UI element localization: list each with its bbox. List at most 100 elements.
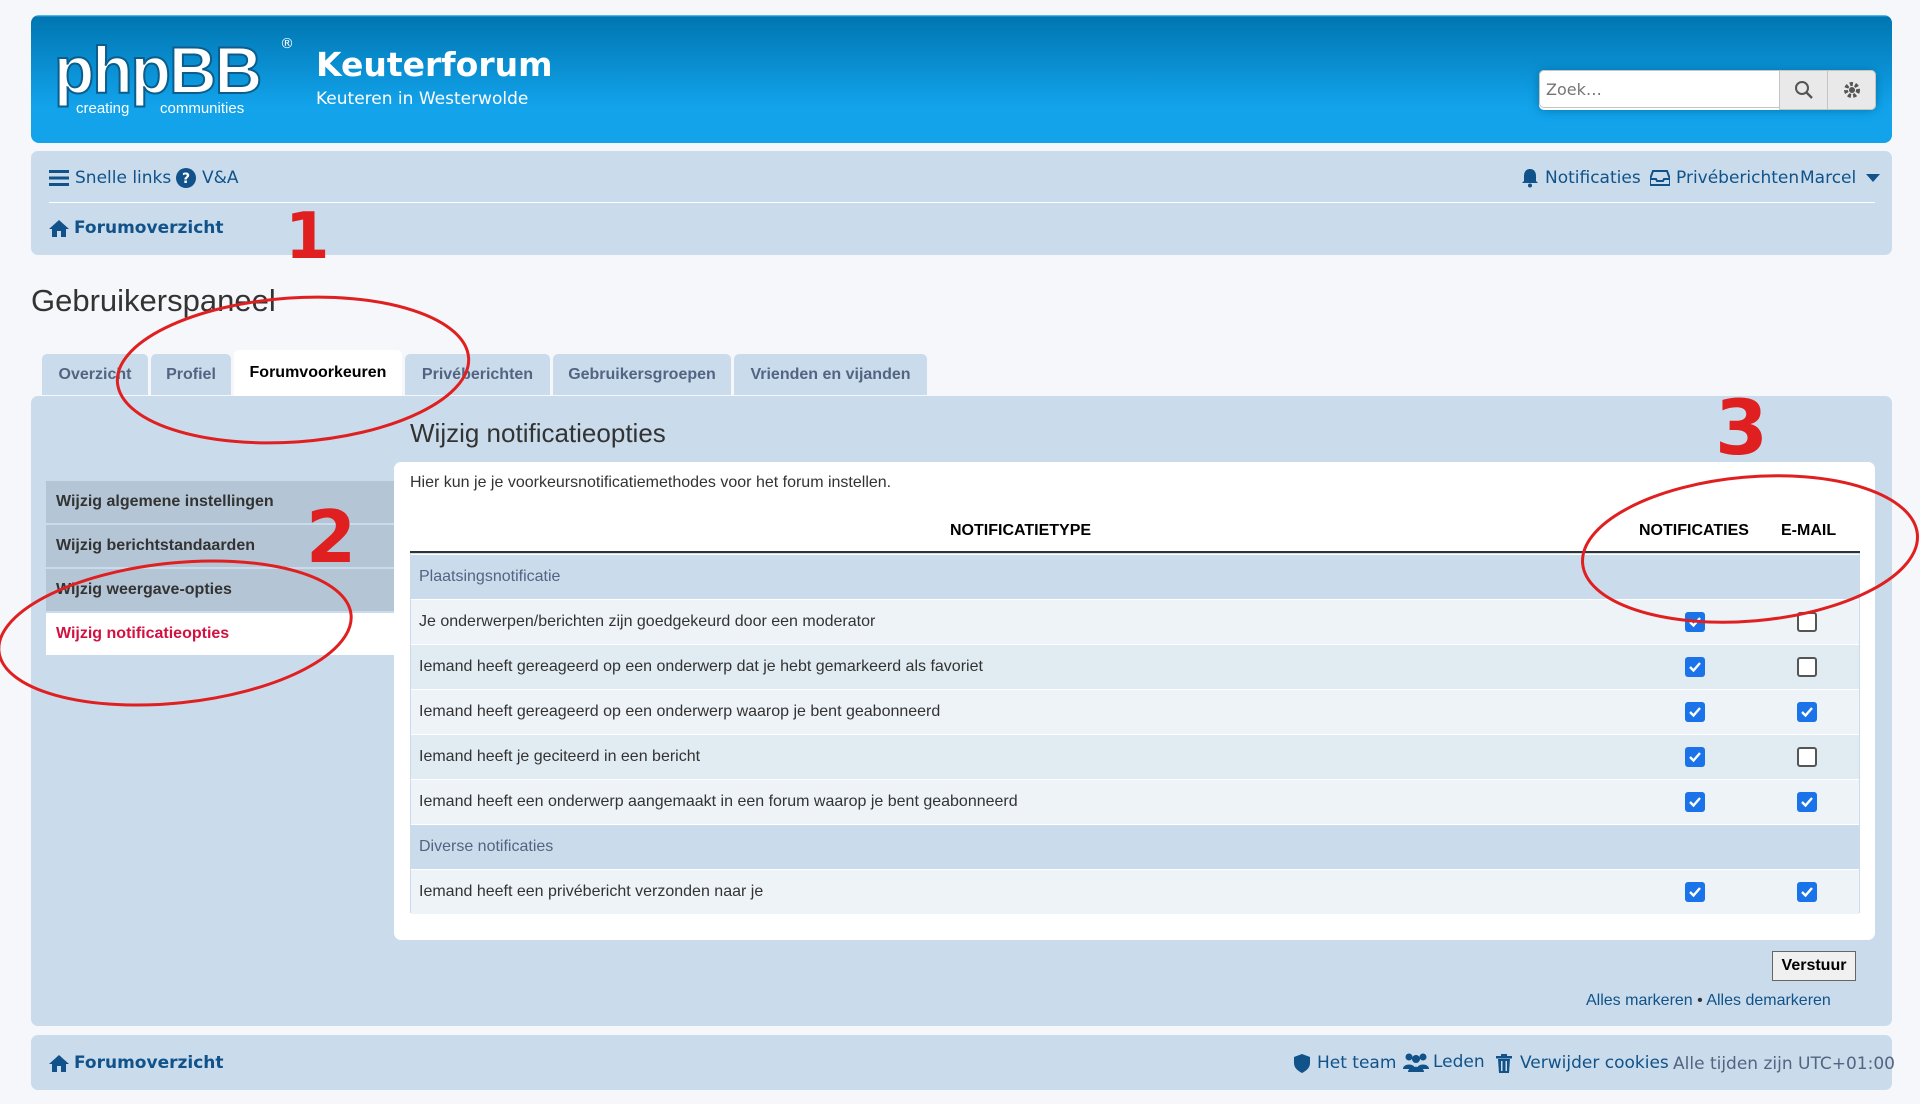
notify-checkbox[interactable]: [1685, 882, 1705, 902]
question-icon: ?: [176, 168, 196, 188]
tab-private-messages[interactable]: Privéberichten: [405, 354, 550, 395]
delete-cookies-link[interactable]: Verwijder cookies: [1496, 1053, 1669, 1073]
email-checkbox[interactable]: [1797, 747, 1817, 767]
intro-text: Hier kun je je voorkeursnotificatiemetho…: [410, 474, 892, 491]
mark-all-link[interactable]: Alles markeren: [1586, 992, 1693, 1009]
notify-checkbox[interactable]: [1685, 792, 1705, 812]
submit-button[interactable]: Verstuur: [1772, 951, 1856, 981]
tab-overview[interactable]: Overzicht: [42, 354, 148, 395]
check-icon: [1801, 707, 1813, 718]
table-row: Iemand heeft een privébericht verzonden …: [411, 870, 1859, 914]
quick-links-menu[interactable]: Snelle links: [49, 168, 171, 188]
tab-profile[interactable]: Profiel: [151, 354, 231, 395]
shield-icon: [1294, 1053, 1310, 1073]
logo-tagline-right: communities: [160, 100, 245, 117]
users-icon: [1403, 1053, 1429, 1072]
table-row: Je onderwerpen/berichten zijn goedgekeur…: [411, 600, 1859, 644]
svg-text:?: ?: [182, 171, 190, 187]
search-icon: [1794, 81, 1813, 99]
notify-checkbox[interactable]: [1685, 612, 1705, 632]
email-checkbox[interactable]: [1797, 612, 1817, 632]
column-header-notifications: NOTIFICATIES: [1639, 522, 1749, 539]
private-messages-label: Privéberichten: [1676, 168, 1800, 188]
tab-usergroups[interactable]: Gebruikersgroepen: [553, 354, 731, 395]
site-description: Keuteren in Westerwolde: [316, 89, 529, 109]
sidebar-item-notification-options[interactable]: Wijzig notificatieopties: [46, 613, 394, 656]
members-link[interactable]: Leden: [1403, 1052, 1485, 1072]
trash-icon: [1496, 1053, 1512, 1073]
inbox-icon: [1650, 170, 1670, 186]
row-label: Iemand heeft een privébericht verzonden …: [419, 883, 764, 900]
team-label: Het team: [1317, 1053, 1397, 1073]
email-checkbox[interactable]: [1797, 702, 1817, 722]
table-row: Iemand heeft gereageerd op een onderwerp…: [411, 690, 1859, 734]
annotation-label-2: 2: [306, 495, 357, 579]
footer-breadcrumb[interactable]: Forumoverzicht: [49, 1053, 224, 1073]
notifications-label: Notificaties: [1545, 168, 1641, 188]
delete-cookies-label: Verwijder cookies: [1520, 1053, 1669, 1073]
column-header-email: E-MAIL: [1781, 522, 1837, 539]
breadcrumb-label: Forumoverzicht: [74, 218, 224, 238]
content-title: Wijzig notificatieopties: [410, 418, 666, 448]
check-icon: [1801, 797, 1813, 808]
check-icon: [1689, 887, 1701, 898]
hamburger-icon: [49, 170, 69, 186]
check-icon: [1689, 752, 1701, 763]
advanced-search-button[interactable]: [1827, 70, 1876, 110]
logo-text: phpBB: [53, 32, 263, 108]
phpbb-logo[interactable]: phpBB ® creating communities: [53, 32, 296, 122]
column-header-type: NOTIFICATIETYPE: [950, 522, 1092, 539]
annotation-label-3: 3: [1715, 383, 1768, 472]
check-icon: [1689, 662, 1701, 673]
members-label: Leden: [1433, 1052, 1485, 1072]
private-messages-link[interactable]: Privéberichten: [1650, 168, 1799, 188]
row-label: Iemand heeft gereageerd op een onderwerp…: [419, 703, 941, 720]
search-input[interactable]: [1539, 70, 1779, 108]
notifications-link[interactable]: Notificaties: [1521, 168, 1641, 188]
row-label: Iemand heeft een onderwerp aangemaakt in…: [419, 793, 1018, 810]
table-row: Iemand heeft je geciteerd in een bericht: [411, 735, 1859, 779]
page-title: Gebruikerspaneel: [31, 283, 276, 318]
group-label: Plaatsingsnotificatie: [419, 568, 561, 585]
check-icon: [1689, 707, 1701, 718]
notify-checkbox[interactable]: [1685, 702, 1705, 722]
check-icon: [1689, 797, 1701, 808]
footer-breadcrumb-label: Forumoverzicht: [74, 1053, 224, 1073]
table-group-row: Plaatsingsnotificatie: [411, 555, 1859, 599]
tab-board-preferences[interactable]: Forumvoorkeuren: [234, 350, 402, 396]
annotation-label-1: 1: [285, 200, 330, 274]
logo-registered: ®: [280, 36, 294, 52]
check-icon: [1689, 617, 1701, 628]
table-row: Iemand heeft een onderwerp aangemaakt in…: [411, 780, 1859, 824]
site-title[interactable]: Keuterforum: [316, 45, 552, 84]
row-label: Iemand heeft je geciteerd in een bericht: [419, 748, 701, 765]
search-box: [1539, 70, 1876, 110]
bell-icon: [1522, 169, 1538, 188]
gear-icon: [1843, 82, 1860, 98]
quick-links-label: Snelle links: [75, 168, 172, 188]
email-checkbox[interactable]: [1797, 657, 1817, 677]
user-menu[interactable]: Marcel: [1800, 168, 1881, 188]
tab-friends-foes[interactable]: Vrienden en vijanden: [734, 354, 927, 395]
search-button[interactable]: [1779, 70, 1827, 110]
row-label: Iemand heeft gereageerd op een onderwerp…: [419, 658, 983, 675]
group-label: Diverse notificaties: [419, 838, 554, 855]
check-icon: [1801, 887, 1813, 898]
notify-checkbox[interactable]: [1685, 657, 1705, 677]
breadcrumb[interactable]: Forumoverzicht: [49, 218, 224, 238]
email-checkbox[interactable]: [1797, 882, 1817, 902]
notify-checkbox[interactable]: [1685, 747, 1705, 767]
table-row: Iemand heeft gereageerd op een onderwerp…: [411, 645, 1859, 689]
faq-link[interactable]: ? V&A: [176, 168, 239, 188]
team-link[interactable]: Het team: [1294, 1053, 1396, 1073]
row-label: Je onderwerpen/berichten zijn goedgekeur…: [419, 613, 876, 630]
timezone-text: Alle tijden zijn UTC+01:00: [1673, 1054, 1895, 1074]
mark-links: Alles markeren • Alles demarkeren: [1586, 992, 1831, 1010]
email-checkbox[interactable]: [1797, 792, 1817, 812]
logo-tagline-left: creating: [76, 100, 130, 117]
unmark-all-link[interactable]: Alles demarkeren: [1706, 992, 1831, 1009]
username: Marcel: [1800, 168, 1857, 188]
table-group-row: Diverse notificaties: [411, 825, 1859, 869]
faq-label: V&A: [202, 168, 239, 188]
mark-separator: •: [1697, 992, 1703, 1009]
